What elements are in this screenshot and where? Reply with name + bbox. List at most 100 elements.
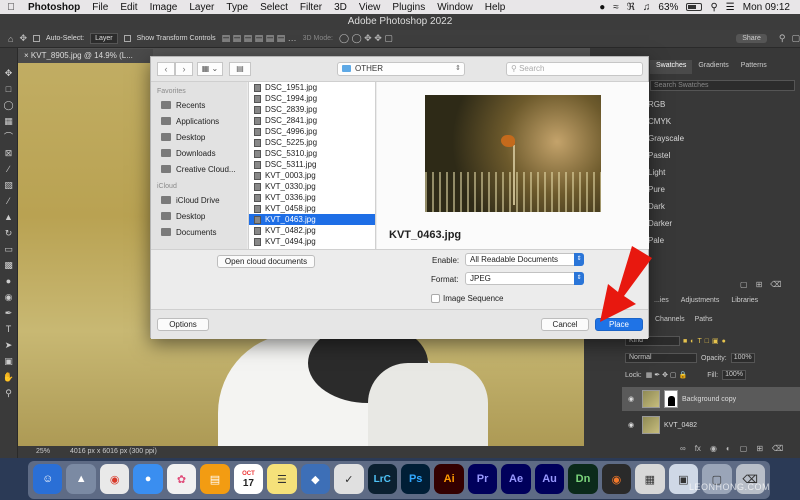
file-row[interactable]: KVT_0458.jpg [249, 203, 375, 214]
after-effects-icon[interactable]: Ae [501, 464, 531, 494]
menu-select[interactable]: Select [254, 2, 294, 13]
control-center-icon[interactable]: ☰ [726, 2, 735, 13]
open-cloud-documents-button[interactable]: Open cloud documents [217, 255, 315, 268]
search-input[interactable]: ⚲ Search [506, 62, 643, 76]
filter-shape-icon[interactable]: □ [705, 338, 709, 345]
history-brush-icon[interactable]: ↻ [5, 228, 13, 238]
dodge-tool-icon[interactable]: ◉ [5, 292, 13, 302]
show-transform-checkbox[interactable] [123, 35, 131, 42]
launchpad-icon[interactable]: ▲ [66, 464, 96, 494]
eraser-icon[interactable]: ▭ [4, 244, 13, 254]
new-swatch-icon[interactable]: ⊞ [756, 280, 763, 289]
move-tool-icon[interactable]: ✥ [5, 68, 13, 78]
home-icon[interactable]: ⌂ [8, 34, 13, 44]
notes-icon[interactable]: ☰ [267, 464, 297, 494]
layer-row[interactable]: ◉ Background copy [622, 387, 800, 411]
tab-adjustments[interactable]: Adjustments [675, 296, 726, 308]
sidebar-item-applications[interactable]: Applications [151, 113, 247, 129]
sidebar-item-downloads[interactable]: Downloads [151, 145, 247, 161]
crop-tool-icon[interactable]: ⌒ [4, 132, 13, 142]
fill-field[interactable]: 100% [722, 370, 746, 380]
premiere-icon[interactable]: Pr [467, 464, 498, 494]
swatch-group-pastel[interactable]: Pastel [648, 147, 798, 164]
trash-icon[interactable]: ⌫ [770, 280, 781, 289]
calculator-icon[interactable]: ▦ [635, 464, 665, 494]
3d-tools-icons[interactable]: ◯ ◯ ✥ ✥ ▢ [339, 33, 393, 44]
file-row[interactable]: KVT_0494.jpg [249, 236, 375, 247]
sidebar-item-desktop[interactable]: Desktop [151, 129, 247, 145]
swatch-group-light[interactable]: Light [648, 164, 798, 181]
link-icon[interactable]: ∞ [680, 444, 686, 453]
menu-file[interactable]: File [86, 2, 114, 13]
spotlight-icon[interactable]: ⚲ [710, 2, 717, 13]
menu-filter[interactable]: Filter [294, 2, 328, 13]
trash-icon[interactable]: ⌫ [772, 444, 783, 453]
menu-image[interactable]: Image [144, 2, 184, 13]
chrome-icon[interactable]: ◉ [99, 464, 130, 494]
pen-tool-icon[interactable]: ✒ [5, 308, 13, 318]
eye-icon[interactable]: ◉ [628, 421, 638, 429]
adjustment-icon[interactable]: ◐ [726, 444, 731, 453]
file-row[interactable]: DSC_5311.jpg [249, 159, 375, 170]
zoom-tool-icon[interactable]: ⚲ [5, 388, 12, 398]
object-select-icon[interactable]: ▦ [4, 116, 13, 126]
file-row[interactable]: DSC_5225.jpg [249, 137, 375, 148]
filter-adjust-icon[interactable]: ◐ [690, 338, 694, 345]
menu-view[interactable]: View [353, 2, 387, 13]
add-mask-icon[interactable]: ◉ [710, 444, 717, 453]
cancel-button[interactable]: Cancel [541, 318, 589, 331]
tab-patterns[interactable]: Patterns [735, 60, 773, 74]
fx-icon[interactable]: fx [695, 444, 701, 453]
zoom-level[interactable]: 25% [36, 446, 50, 458]
file-row[interactable]: KVT_0482.jpg [249, 225, 375, 236]
sidebar-item-icloud-desktop[interactable]: Desktop [151, 208, 247, 224]
share-button[interactable]: Share [736, 34, 767, 43]
lock-icons[interactable]: ▦ ✒ ✥ ▢ 🔒 [646, 371, 687, 379]
battery-icon[interactable] [686, 3, 703, 11]
align-icons[interactable]: ▤ ▤ ▤ ▤ ▤ ▤ … [222, 33, 297, 44]
move-tool-icon[interactable]: ✥ [19, 33, 27, 44]
menu-window[interactable]: Window [431, 2, 479, 13]
menu-3d[interactable]: 3D [328, 2, 353, 13]
lightroom-classic-icon[interactable]: LrC [367, 464, 397, 494]
document-info[interactable]: 4016 px x 6016 px (300 ppi) [70, 446, 157, 458]
sidebar-item-documents[interactable]: Documents [151, 224, 247, 240]
python-icon[interactable]: ◆ [300, 464, 331, 494]
clock[interactable]: Mon 09:12 [743, 2, 790, 13]
path-select-icon[interactable]: ➤ [5, 340, 13, 350]
file-row[interactable]: DSC_2841.jpg [249, 115, 375, 126]
workspace-icon[interactable]: ▢ [791, 33, 800, 44]
close-icon[interactable]: × [24, 51, 29, 60]
messages-icon[interactable]: ● [133, 464, 163, 494]
menu-help[interactable]: Help [479, 2, 512, 13]
hand-tool-icon[interactable]: ✋ [3, 372, 14, 382]
wifi-icon[interactable]: ≈ [613, 2, 619, 13]
tab-libraries[interactable]: Libraries [725, 296, 764, 308]
calendar-icon[interactable]: OCT 17 [233, 464, 264, 494]
options-button[interactable]: Options [157, 318, 209, 331]
menu-type[interactable]: Type [220, 2, 254, 13]
menu-app-name[interactable]: Photoshop [22, 2, 86, 13]
file-row[interactable]: DSC_2839.jpg [249, 104, 375, 115]
file-row[interactable]: DSC_4996.jpg [249, 126, 375, 137]
folder-icon[interactable]: ▢ [740, 280, 748, 289]
auto-select-checkbox[interactable] [32, 35, 40, 42]
sidebar-item-creative-cloud[interactable]: Creative Cloud... [151, 161, 247, 177]
file-row[interactable]: DSC_5310.jpg [249, 148, 375, 159]
sidebar-item-icloud-drive[interactable]: iCloud Drive [151, 192, 247, 208]
back-button[interactable]: ‹ [157, 62, 175, 76]
books-icon[interactable]: ▤ [200, 464, 230, 494]
swatch-group-darker[interactable]: Darker [648, 215, 798, 232]
tab-swatches[interactable]: Swatches [650, 60, 693, 74]
swatch-group-cmyk[interactable]: CMYK [648, 113, 798, 130]
swatch-group-pure[interactable]: Pure [648, 181, 798, 198]
file-row[interactable]: DSC_1951.jpg [249, 82, 375, 93]
file-row[interactable]: KVT_0330.jpg [249, 181, 375, 192]
clone-stamp-icon[interactable]: ▲ [4, 212, 13, 222]
audition-icon[interactable]: Au [534, 464, 565, 494]
filter-type-icon[interactable]: T [697, 338, 701, 345]
forward-button[interactable]: › [175, 62, 193, 76]
folder-icon[interactable]: ▢ [740, 444, 748, 453]
menu-plugins[interactable]: Plugins [386, 2, 431, 13]
new-layer-icon[interactable]: ⊞ [756, 444, 763, 453]
